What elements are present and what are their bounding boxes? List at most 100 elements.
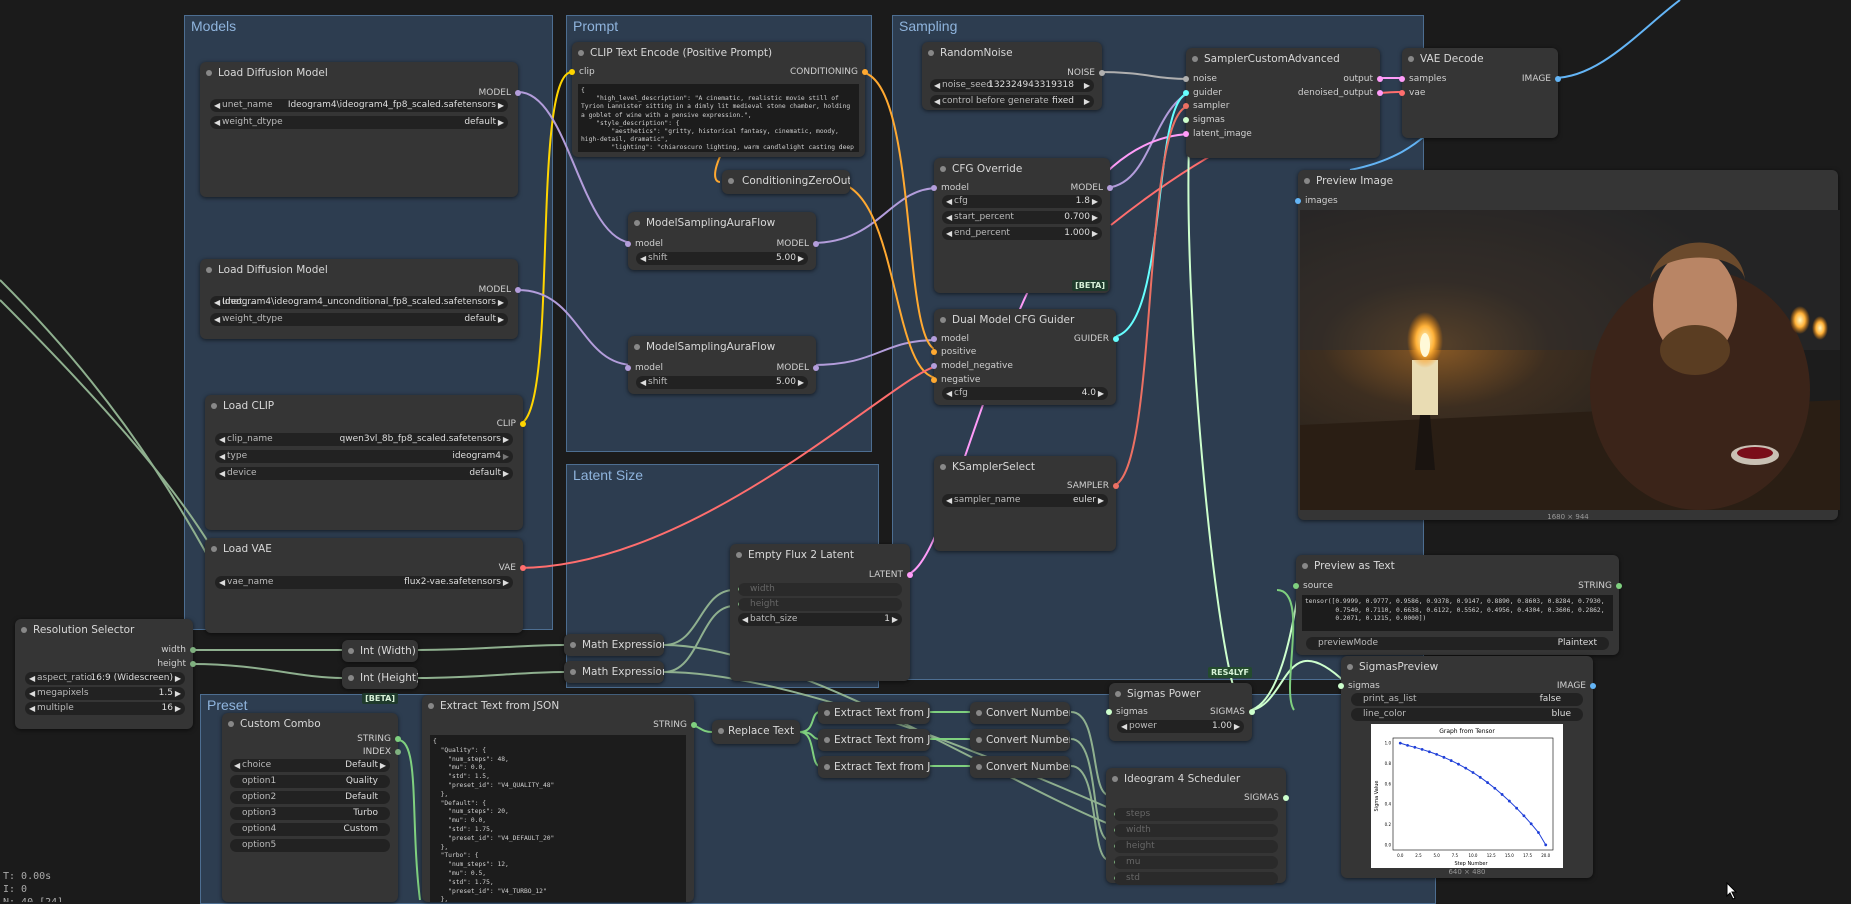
node-extract-text-from-js-1[interactable]: Extract Text from JS xyxy=(818,702,930,724)
option4-widget[interactable]: option4 Custom xyxy=(230,823,390,836)
input-guider[interactable]: guider xyxy=(1183,87,1222,99)
height-widget[interactable]: height xyxy=(1114,840,1278,853)
output-noise[interactable]: NOISE xyxy=(1067,67,1105,79)
output-denoised[interactable]: denoised_output xyxy=(1298,87,1383,99)
megapixels-widget[interactable]: ◀ megapixels 1.5 ▶ xyxy=(25,687,185,700)
std-widget[interactable]: std xyxy=(1114,872,1278,885)
output-guider[interactable]: GUIDER xyxy=(1074,333,1119,345)
output-model[interactable]: MODEL xyxy=(479,87,521,99)
node-convert-number-1[interactable]: Convert Number xyxy=(970,702,1070,724)
input-latent-image[interactable]: latent_image xyxy=(1183,128,1252,140)
node-int-height[interactable]: Int (Height) xyxy=(342,667,418,689)
output-model[interactable]: MODEL xyxy=(777,362,819,374)
node-clip-text-encode[interactable]: CLIP Text Encode (Positive Prompt) clip … xyxy=(569,42,868,157)
node-conditioning-zero-out[interactable]: ConditioningZeroOut xyxy=(722,170,850,194)
sampler-name-widget[interactable]: ◀ sampler_name euler ▶ xyxy=(942,494,1108,507)
output-clip[interactable]: CLIP xyxy=(497,418,526,430)
option5-widget[interactable]: option5 xyxy=(230,839,390,852)
line-color-widget[interactable]: line_color blue xyxy=(1351,708,1583,721)
output-sigmas[interactable]: SIGMAS xyxy=(1210,706,1255,718)
output-output[interactable]: output xyxy=(1343,73,1383,85)
aspect-ratio-widget[interactable]: ◀ aspect_ratio 16:9 (Widescreen) ▶ xyxy=(25,672,185,685)
node-extract-text-from-js-3[interactable]: Extract Text from JS xyxy=(818,756,930,778)
node-extract-text-from-json[interactable]: Extract Text from JSON STRING { "Quality… xyxy=(422,695,697,902)
input-negative[interactable]: negative xyxy=(931,374,980,386)
node-preview-as-text[interactable]: Preview as Text source STRING tensor([0.… xyxy=(1293,555,1622,655)
node-load-clip[interactable]: Load CLIP CLIP ◀ clip_name qwen3vl_8b_fp8_… xyxy=(205,395,526,530)
node-load-diffusion-model-2[interactable]: Load Diffusion Model MODEL ◀ unet_... Ideo… xyxy=(200,259,521,339)
output-index[interactable]: INDEX xyxy=(363,746,401,758)
json-textarea[interactable]: { "Quality": { "num_steps": 48, "mu": 0.… xyxy=(430,735,686,902)
output-model[interactable]: MODEL xyxy=(479,284,521,296)
node-sigmas-power[interactable]: RES4LYF Sigmas Power sigmas SIGMAS ◀ powe… xyxy=(1106,667,1255,741)
input-sigmas[interactable]: sigmas xyxy=(1183,114,1225,126)
tensor-text-output[interactable]: tensor([0.9999, 0.9777, 0.9586, 0.9378, … xyxy=(1302,595,1613,631)
input-images[interactable]: images xyxy=(1295,195,1338,207)
type-widget[interactable]: ◀ type ideogram4 ▶ xyxy=(215,450,513,463)
output-conditioning[interactable]: CONDITIONING xyxy=(790,66,868,78)
width-widget[interactable]: width xyxy=(1114,824,1278,837)
end-percent-widget[interactable]: ◀ end_percent 1.000 ▶ xyxy=(942,227,1102,240)
steps-widget[interactable]: steps xyxy=(1114,808,1278,821)
input-model[interactable]: model xyxy=(625,362,663,374)
device-widget[interactable]: ◀ device default ▶ xyxy=(215,467,513,480)
unet-name-widget[interactable]: ◀ unet_name Ideogram4\ideogram4_fp8_scaled… xyxy=(210,99,508,112)
node-resolution-selector[interactable]: Resolution Selector width height ◀ aspect… xyxy=(15,619,196,729)
output-sampler[interactable]: SAMPLER xyxy=(1067,480,1119,492)
input-model-negative[interactable]: model_negative xyxy=(931,360,1013,372)
output-model[interactable]: MODEL xyxy=(777,238,819,250)
option2-widget[interactable]: option2 Default xyxy=(230,791,390,804)
output-vae[interactable]: VAE xyxy=(499,562,526,574)
input-sigmas[interactable]: sigmas xyxy=(1106,706,1148,718)
choice-widget[interactable]: ◀ choice Default ▶ xyxy=(230,759,390,772)
weight-dtype-widget[interactable]: ◀ weight_dtype default ▶ xyxy=(210,116,508,129)
output-string[interactable]: STRING xyxy=(357,733,401,745)
multiple-widget[interactable]: ◀ multiple 16 ▶ xyxy=(25,702,185,715)
input-vae[interactable]: vae xyxy=(1399,87,1425,99)
output-height[interactable]: height xyxy=(157,658,196,670)
control-before-generate-widget[interactable]: ◀ control before generate fixed ▶ xyxy=(930,95,1094,108)
output-image[interactable]: IMAGE xyxy=(1557,680,1596,692)
input-samples[interactable]: samples xyxy=(1399,73,1446,85)
input-model[interactable]: model xyxy=(931,333,969,345)
batch-size-widget[interactable]: ◀ batch_size 1 ▶ xyxy=(738,613,902,626)
input-model[interactable]: model xyxy=(931,182,969,194)
node-replace-text[interactable]: Replace Text xyxy=(712,720,800,744)
output-width[interactable]: width xyxy=(161,644,196,656)
node-load-vae[interactable]: Load VAE VAE ◀ vae_name flux2-vae.safetens… xyxy=(205,538,526,633)
node-int-width[interactable]: Int (Width) xyxy=(342,640,418,662)
node-preview-image[interactable]: Preview Image images 1680 × 944 xyxy=(1295,170,1840,521)
output-string[interactable]: STRING xyxy=(1578,580,1622,592)
output-string[interactable]: STRING xyxy=(653,719,697,731)
node-convert-number-3[interactable]: Convert Number xyxy=(970,756,1070,778)
input-sampler[interactable]: sampler xyxy=(1183,100,1229,112)
input-clip[interactable]: clip xyxy=(569,66,595,78)
sigma-graph-image[interactable]: Graph from Tensor Step Number Sigma Valu… xyxy=(1371,724,1563,868)
input-source[interactable]: source xyxy=(1293,580,1333,592)
node-cfg-override[interactable]: CFG Override model MODEL ◀ cfg 1.8 ▶ ◀ start… xyxy=(931,158,1113,293)
cfg-widget[interactable]: ◀ cfg 1.8 ▶ xyxy=(942,195,1102,208)
unet-name-widget[interactable]: ◀ unet_... Ideogram4\ideogram4_uncondition… xyxy=(210,296,508,309)
node-math-expression-1[interactable]: Math Expression xyxy=(564,634,664,656)
output-model[interactable]: MODEL xyxy=(1071,182,1113,194)
node-sigmas-preview[interactable]: SigmasPreview sigmas IMAGE print_as_list… xyxy=(1338,656,1596,878)
clip-name-widget[interactable]: ◀ clip_name qwen3vl_8b_fp8_scaled.safetens… xyxy=(215,433,513,446)
input-sigmas[interactable]: sigmas xyxy=(1338,680,1380,692)
input-noise[interactable]: noise xyxy=(1183,73,1217,85)
start-percent-widget[interactable]: ◀ start_percent 0.700 ▶ xyxy=(942,211,1102,224)
node-vae-decode[interactable]: VAE Decode samples vae IMAGE xyxy=(1399,48,1561,138)
node-random-noise[interactable]: RandomNoise NOISE ◀ noise_seed 13232494331… xyxy=(922,42,1105,110)
vae-name-widget[interactable]: ◀ vae_name flux2-vae.safetensors ▶ xyxy=(215,576,513,589)
output-sigmas[interactable]: SIGMAS xyxy=(1244,792,1289,804)
node-dual-model-cfg-guider[interactable]: Dual Model CFG Guider model positive mod… xyxy=(931,309,1119,405)
node-ideogram4-scheduler[interactable]: Ideogram 4 Scheduler SIGMAS steps width … xyxy=(1106,768,1289,885)
noise-seed-widget[interactable]: ◀ noise_seed 132324943319318 ▶ xyxy=(930,79,1094,92)
preview-mode-widget[interactable]: previewMode Plaintext xyxy=(1306,637,1609,650)
shift-widget[interactable]: ◀ shift 5.00 ▶ xyxy=(636,252,808,265)
node-model-sampling-auraflow-2[interactable]: ModelSamplingAuraFlow model MODEL ◀ shift… xyxy=(625,336,819,394)
prompt-textarea[interactable]: { "high_level_description": "A cinematic… xyxy=(578,84,859,152)
node-extract-text-from-js-2[interactable]: Extract Text from JS xyxy=(818,729,930,751)
width-widget[interactable]: width xyxy=(738,583,902,596)
input-positive[interactable]: positive xyxy=(931,346,976,358)
generated-image[interactable] xyxy=(1300,210,1840,510)
